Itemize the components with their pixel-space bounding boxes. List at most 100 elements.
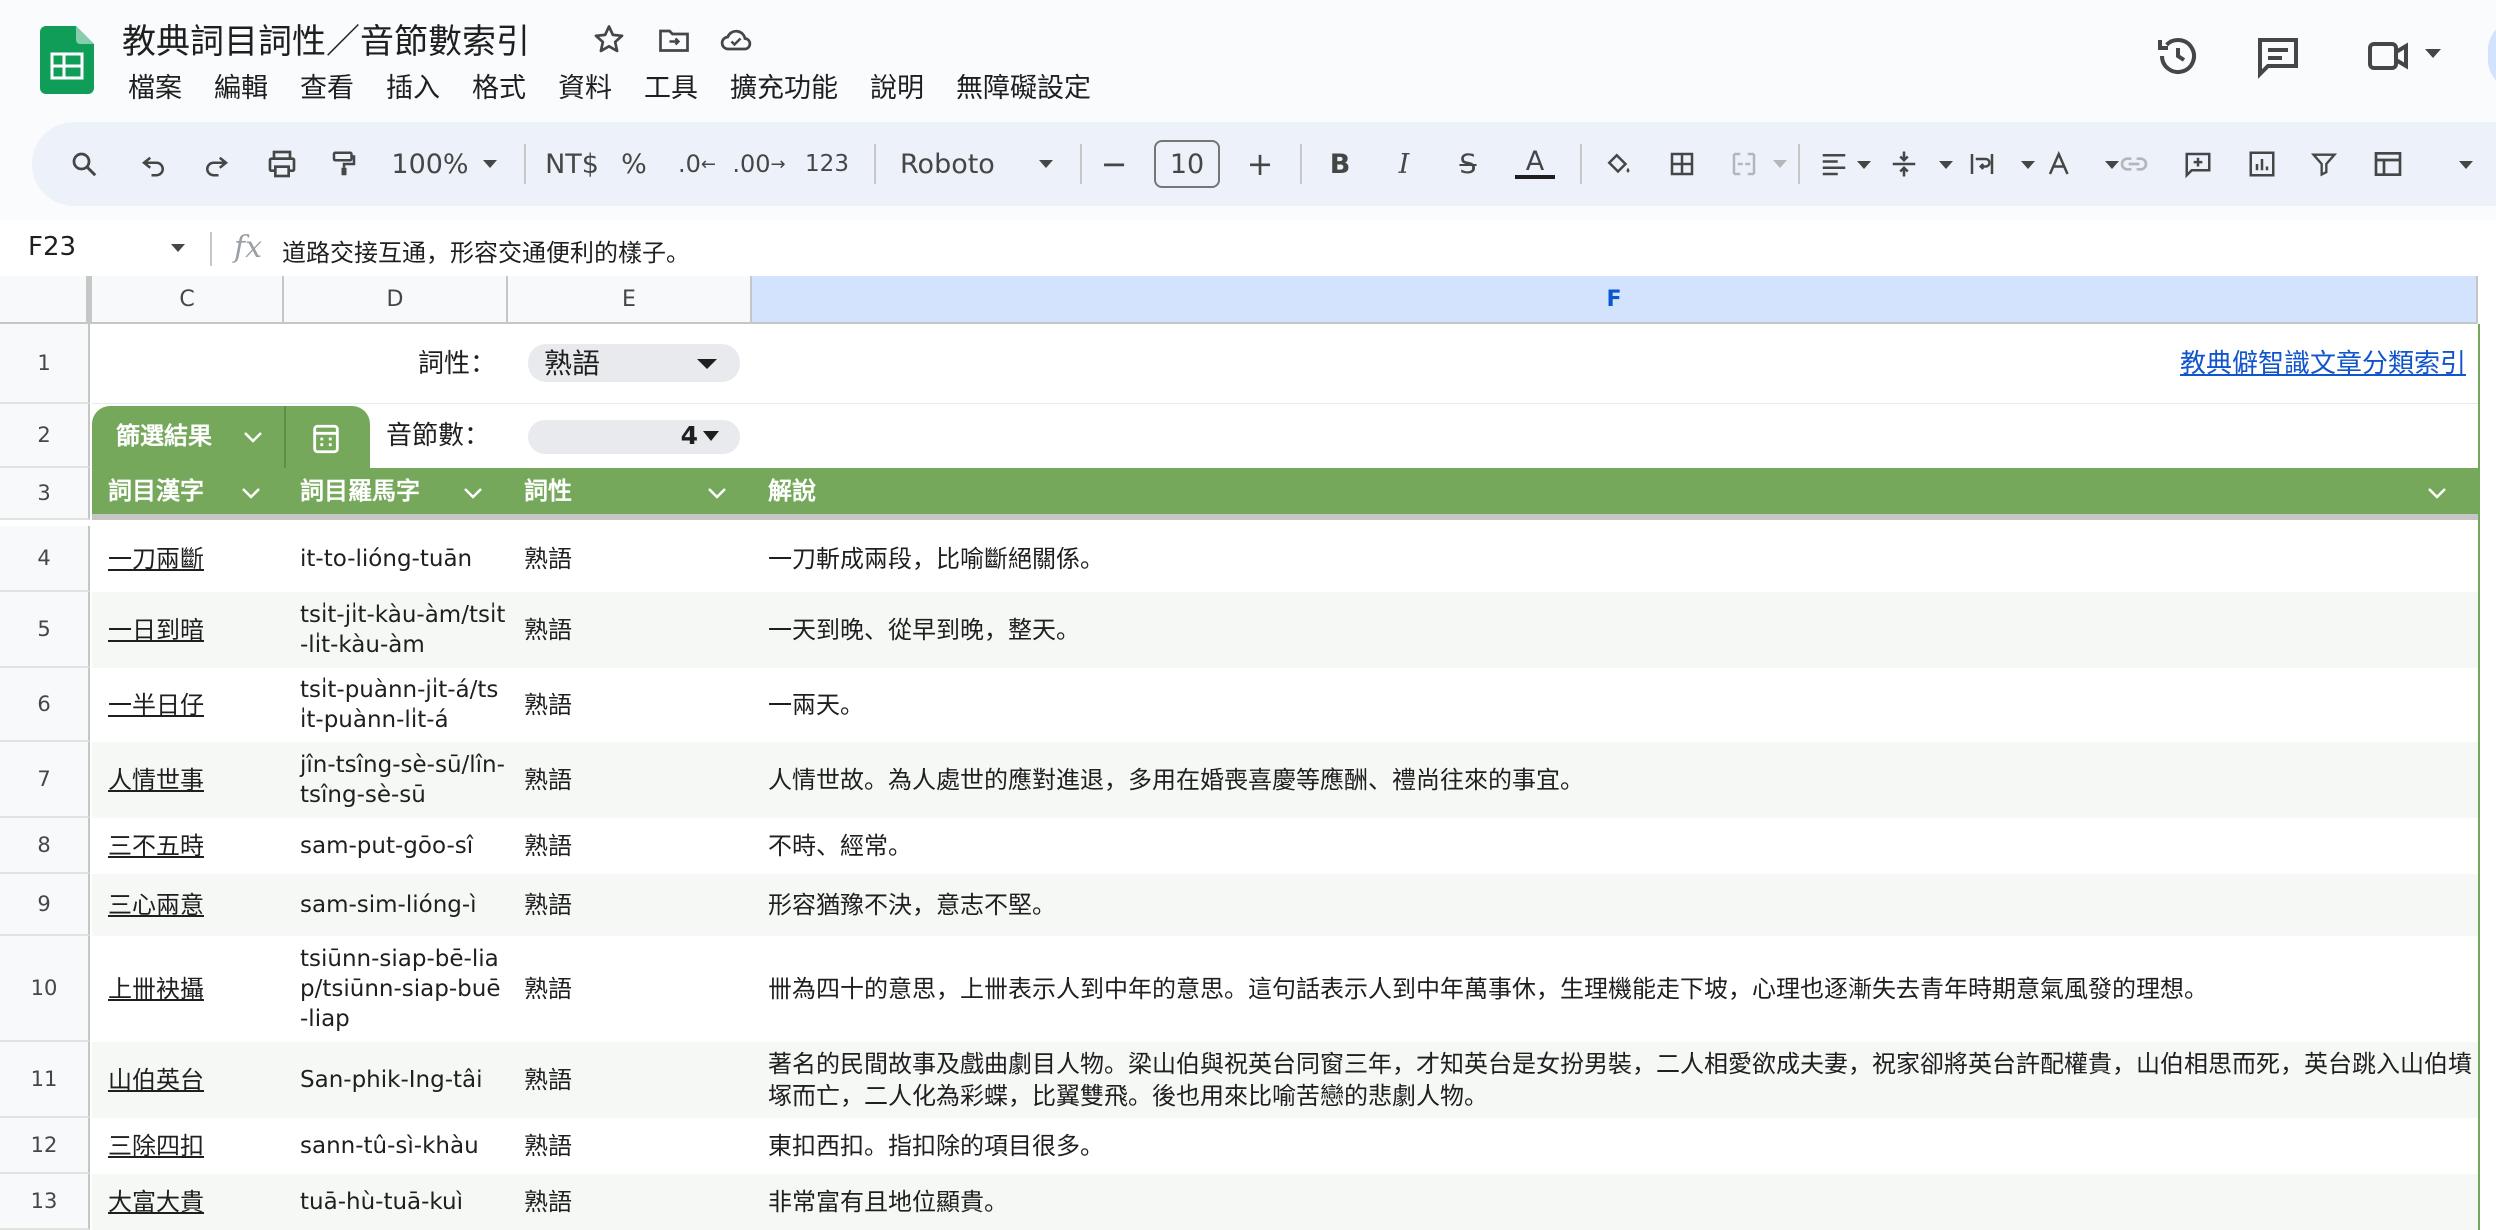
menu-edit[interactable]: 編輯: [198, 66, 284, 105]
name-box-dropdown-icon[interactable]: [170, 243, 186, 253]
pos-dropdown-icon[interactable]: [696, 358, 718, 370]
hanzi-cell[interactable]: 一刀兩斷: [92, 526, 284, 592]
font-family-select[interactable]: Roboto: [900, 122, 1010, 206]
column-header-d[interactable]: D: [284, 276, 508, 324]
pos-cell[interactable]: 熟語: [508, 1174, 752, 1230]
increase-font-size-button[interactable]: +: [1242, 122, 1278, 206]
pos-cell[interactable]: 熟語: [508, 818, 752, 874]
hanzi-cell[interactable]: 三不五時: [92, 818, 284, 874]
italic-button[interactable]: I: [1382, 122, 1426, 206]
increase-decimal-button[interactable]: .00 →: [732, 122, 786, 206]
roman-cell[interactable]: San-phik-Ing-tâi: [284, 1042, 508, 1118]
row-header-10[interactable]: 10: [0, 936, 90, 1042]
valign-dropdown-icon[interactable]: [1938, 160, 1954, 170]
row-header-12[interactable]: 12: [0, 1118, 90, 1174]
merge-dropdown-icon[interactable]: [1768, 122, 1792, 206]
roman-cell[interactable]: tsi̍t-ji̍t-kàu-àm/tsi̍t-li̍t-kàu-àm: [284, 592, 508, 668]
hanzi-cell[interactable]: 大富大貴: [92, 1174, 284, 1230]
pos-cell[interactable]: 熟語: [508, 592, 752, 668]
desc-cell[interactable]: 非常富有且地位顯貴。: [752, 1174, 2472, 1230]
category-index-link[interactable]: 教典僻智識文章分類索引: [752, 324, 2470, 403]
font-size-input[interactable]: 10: [1154, 140, 1220, 188]
roman-cell[interactable]: jîn-tsîng-sè-sū/lîn-tsîng-sè-sū: [284, 742, 508, 818]
roman-cell[interactable]: tuā-hù-tuā-kuì: [284, 1174, 508, 1230]
roman-cell[interactable]: sam-put-gōo-sî: [284, 818, 508, 874]
menu-insert[interactable]: 插入: [370, 66, 456, 105]
syllable-dropdown-value[interactable]: 4: [528, 404, 708, 468]
star-icon[interactable]: [591, 22, 627, 58]
rotation-dropdown-icon[interactable]: [2104, 160, 2120, 170]
desc-cell[interactable]: 一兩天。: [752, 668, 2472, 742]
column-header-c[interactable]: C: [92, 276, 284, 324]
formula-input[interactable]: 道路交接互通，形容交通便利的樣子。: [282, 233, 690, 268]
merge-cells-icon[interactable]: [1722, 122, 1766, 206]
bold-button[interactable]: B: [1318, 122, 1362, 206]
row-header-4[interactable]: 4: [0, 526, 90, 592]
vertical-align-icon[interactable]: [1884, 122, 1924, 206]
version-history-icon[interactable]: [2154, 32, 2202, 80]
row-header-7[interactable]: 7: [0, 742, 90, 818]
header-pos-filter-icon[interactable]: [706, 486, 728, 500]
hanzi-cell[interactable]: 一日到暗: [92, 592, 284, 668]
decrease-decimal-button[interactable]: .0 ←: [672, 122, 722, 206]
desc-cell[interactable]: 形容猶豫不決，意志不堅。: [752, 874, 2472, 936]
document-title[interactable]: 教典詞目詞性／音節數索引: [122, 14, 530, 63]
more-formats-button[interactable]: 123: [802, 122, 852, 206]
zoom-dropdown-icon[interactable]: [478, 122, 502, 206]
pos-cell[interactable]: 熟語: [508, 742, 752, 818]
decrease-font-size-button[interactable]: −: [1096, 122, 1132, 206]
row-header-5[interactable]: 5: [0, 592, 90, 668]
header-hanzi-filter-icon[interactable]: [240, 486, 262, 500]
desc-cell[interactable]: 人情世故。為人處世的應對進退，多用在婚喪喜慶等應酬、禮尚往來的事宜。: [752, 742, 2472, 818]
pos-cell[interactable]: 熟語: [508, 1118, 752, 1174]
pos-dropdown-value[interactable]: 熟語: [528, 324, 688, 403]
insert-comment-icon[interactable]: [2176, 122, 2220, 206]
hanzi-cell[interactable]: 一半日仔: [92, 668, 284, 742]
name-box[interactable]: F23: [28, 232, 76, 262]
pos-cell[interactable]: 熟語: [508, 668, 752, 742]
filter-icon[interactable]: [2304, 122, 2344, 206]
filter-results-chevron-icon[interactable]: [242, 430, 264, 444]
text-rotation-icon[interactable]: [2040, 122, 2080, 206]
row-header-1[interactable]: 1: [0, 324, 90, 404]
text-color-button[interactable]: A: [1510, 122, 1560, 206]
menu-view[interactable]: 查看: [284, 66, 370, 105]
hanzi-cell[interactable]: 三除四扣: [92, 1118, 284, 1174]
filter-views-icon[interactable]: [2366, 122, 2410, 206]
column-header-f[interactable]: F: [752, 276, 2478, 324]
row-header-9[interactable]: 9: [0, 874, 90, 936]
row-header-8[interactable]: 8: [0, 818, 90, 874]
hanzi-cell[interactable]: 山伯英台: [92, 1042, 284, 1118]
roman-cell[interactable]: it-to-lióng-tuān: [284, 526, 508, 592]
filter-views-dropdown-icon[interactable]: [2458, 160, 2474, 170]
percent-format-button[interactable]: %: [616, 122, 652, 206]
desc-cell[interactable]: 不時、經常。: [752, 818, 2472, 874]
menu-format[interactable]: 格式: [456, 66, 542, 105]
meet-video-icon[interactable]: [2364, 32, 2412, 80]
row-header-3[interactable]: 3: [0, 468, 90, 520]
wrap-dropdown-icon[interactable]: [2020, 160, 2036, 170]
undo-icon[interactable]: [132, 122, 176, 206]
sheets-logo-icon[interactable]: [40, 26, 94, 94]
insert-chart-icon[interactable]: [2240, 122, 2284, 206]
header-desc-filter-icon[interactable]: [2426, 486, 2448, 500]
roman-cell[interactable]: tsiūnn-siap-bē-liap/tsiūnn-siap-buē-liap: [284, 936, 508, 1042]
header-roman-filter-icon[interactable]: [462, 486, 484, 500]
select-all-corner[interactable]: [0, 276, 92, 324]
pos-cell[interactable]: 熟語: [508, 874, 752, 936]
desc-cell[interactable]: 著名的民間故事及戲曲劇目人物。梁山伯與祝英台同窗三年，才知英台是女扮男裝，二人相…: [752, 1042, 2472, 1118]
pos-cell[interactable]: 熟語: [508, 936, 752, 1042]
comments-icon[interactable]: [2254, 32, 2302, 80]
cloud-saved-icon[interactable]: [718, 22, 754, 58]
roman-cell[interactable]: sam-sim-lióng-ì: [284, 874, 508, 936]
menu-file[interactable]: 檔案: [112, 66, 198, 105]
hanzi-cell[interactable]: 人情世事: [92, 742, 284, 818]
currency-format-button[interactable]: NT$: [542, 122, 602, 206]
roman-cell[interactable]: sann-tû-sì-khàu: [284, 1118, 508, 1174]
meet-dropdown-icon[interactable]: [2424, 48, 2442, 60]
roman-cell[interactable]: tsi̍t-puànn-ji̍t-á/tsi̍t-puànn-li̍t-á: [284, 668, 508, 742]
strikethrough-button[interactable]: S: [1446, 122, 1490, 206]
fill-color-icon[interactable]: [1596, 122, 1640, 206]
hanzi-cell[interactable]: 三心兩意: [92, 874, 284, 936]
desc-cell[interactable]: 東扣西扣。指扣除的項目很多。: [752, 1118, 2472, 1174]
